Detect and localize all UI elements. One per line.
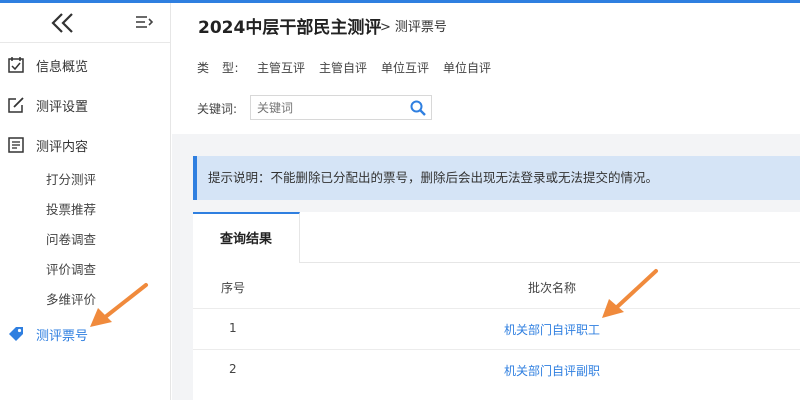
- page-title: 2024中层干部民主测评: [198, 18, 382, 38]
- results-panel: 查询结果 序号 批次名称 1 机关部门自评职工 2 机关部门自评副职: [193, 212, 800, 400]
- filter-header: 2024中层干部民主测评 > 测评票号 类 型: 主管互评 主管自评 单位互评 单…: [172, 3, 800, 134]
- list-icon: [8, 137, 24, 153]
- sidebar: 信息概览 测评设置 测评内容 打分测评 投票推荐 问卷调查 评价调查 多维评价 …: [0, 3, 171, 400]
- sidebar-subitem-scoring[interactable]: 打分测评: [46, 169, 96, 191]
- main-area: 2024中层干部民主测评 > 测评票号 类 型: 主管互评 主管自评 单位互评 单…: [172, 3, 800, 400]
- type-option-unit-mutual[interactable]: 单位互评: [381, 59, 429, 76]
- keyword-input[interactable]: [250, 95, 432, 120]
- sidebar-item-overview[interactable]: 信息概览: [0, 47, 170, 83]
- table-row: 2 机关部门自评副职: [193, 349, 800, 389]
- tip-notice: 提示说明：不能删除已分配出的票号，删除后会出现无法登录或无法提交的情况。: [193, 156, 800, 200]
- calendar-check-icon: [8, 57, 24, 73]
- sidebar-header: [0, 3, 170, 43]
- sidebar-item-label: 测评内容: [36, 139, 89, 155]
- sidebar-item-content[interactable]: 测评内容: [0, 127, 170, 163]
- sidebar-subitem-questionnaire[interactable]: 问卷调查: [46, 229, 96, 251]
- column-header-number: 序号: [221, 281, 246, 295]
- edit-icon: [8, 97, 24, 113]
- menu-toggle-icon[interactable]: [134, 13, 154, 33]
- search-icon[interactable]: [410, 100, 426, 116]
- sidebar-subitem-voting[interactable]: 投票推荐: [46, 199, 96, 221]
- sidebar-item-label: 测评设置: [36, 99, 89, 115]
- type-option-supervisor-mutual[interactable]: 主管互评: [257, 59, 305, 76]
- tab-query-results[interactable]: 查询结果: [193, 212, 300, 263]
- sidebar-subitem-evaluation[interactable]: 评价调查: [46, 259, 96, 281]
- column-header-batch-name: 批次名称: [528, 281, 577, 295]
- results-tabbar: 查询结果: [193, 212, 800, 263]
- sidebar-item-label: 信息概览: [36, 59, 89, 75]
- type-option-supervisor-self[interactable]: 主管自评: [319, 59, 367, 76]
- breadcrumb-current: 测评票号: [394, 20, 447, 35]
- sidebar-item-ticket-numbers[interactable]: 测评票号: [0, 316, 170, 352]
- batch-name-link[interactable]: 机关部门自评职工: [504, 321, 600, 338]
- tag-icon: [9, 327, 23, 341]
- double-chevron-left-icon[interactable]: [50, 11, 76, 35]
- row-number: 2: [229, 362, 237, 376]
- batch-name-link[interactable]: 机关部门自评副职: [504, 362, 600, 379]
- keyword-label: 关键词:: [197, 102, 238, 116]
- sidebar-item-settings[interactable]: 测评设置: [0, 87, 170, 123]
- type-label: 类 型:: [197, 61, 240, 75]
- breadcrumb-separator: >: [380, 20, 391, 35]
- breadcrumb: > 测评票号: [380, 16, 447, 35]
- type-option-unit-self[interactable]: 单位自评: [443, 59, 491, 76]
- sidebar-subitem-multidim[interactable]: 多维评价: [46, 289, 96, 311]
- row-number: 1: [229, 321, 237, 335]
- sidebar-item-label: 测评票号: [36, 328, 89, 344]
- table-row: 1 机关部门自评职工: [193, 308, 800, 348]
